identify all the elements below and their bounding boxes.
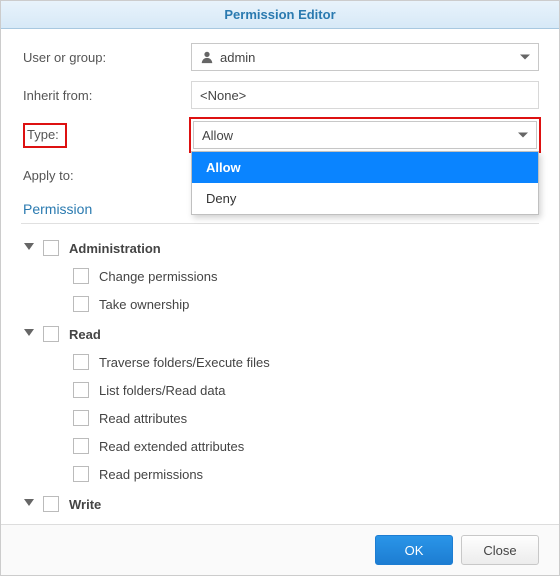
inherit-dropdown-value: <None> bbox=[200, 88, 246, 103]
chevron-down-icon bbox=[520, 55, 530, 60]
inherit-dropdown[interactable]: <None> bbox=[191, 81, 539, 109]
row-user: User or group: admin bbox=[21, 43, 539, 71]
permission-tree: Administration Change permissions Take o… bbox=[23, 234, 539, 524]
type-dropdown-panel: Allow Deny bbox=[191, 151, 539, 215]
field-inherit: <None> bbox=[191, 81, 539, 109]
type-option-allow[interactable]: Allow bbox=[192, 152, 538, 183]
tree-row-read: Read bbox=[23, 320, 539, 348]
user-dropdown[interactable]: admin bbox=[191, 43, 539, 71]
titlebar: Permission Editor bbox=[1, 1, 559, 29]
permission-editor-window: Permission Editor User or group: admin I… bbox=[0, 0, 560, 576]
type-option-deny[interactable]: Deny bbox=[192, 183, 538, 214]
tree-row-attrs: Read attributes bbox=[51, 404, 539, 432]
tree-group-read: Read Traverse folders/Execute files List… bbox=[23, 320, 539, 488]
checkbox-list[interactable] bbox=[73, 382, 89, 398]
window-title: Permission Editor bbox=[224, 7, 335, 22]
label-apply: Apply to: bbox=[21, 168, 191, 183]
tree-group-administration: Administration Change permissions Take o… bbox=[23, 234, 539, 318]
tree-row-write: Write bbox=[23, 490, 539, 518]
tree-label-extattrs: Read extended attributes bbox=[99, 439, 244, 454]
label-inherit: Inherit from: bbox=[21, 88, 191, 103]
content-area: User or group: admin Inherit from: <None… bbox=[1, 29, 559, 524]
children-write: Create files/Write data bbox=[51, 518, 539, 524]
collapse-icon[interactable] bbox=[23, 242, 35, 254]
field-type: Allow Allow Deny bbox=[191, 119, 539, 151]
type-dropdown-value: Allow bbox=[202, 128, 233, 143]
divider bbox=[21, 223, 539, 224]
tree-row-change-permissions: Change permissions bbox=[51, 262, 539, 290]
tree-label-write: Write bbox=[69, 497, 101, 512]
label-user: User or group: bbox=[21, 50, 191, 65]
tree-label-administration: Administration bbox=[69, 241, 161, 256]
tree-label-attrs: Read attributes bbox=[99, 411, 187, 426]
tree-label-traverse: Traverse folders/Execute files bbox=[99, 355, 270, 370]
field-user: admin bbox=[191, 43, 539, 71]
type-highlight-box: Allow Allow Deny bbox=[189, 117, 541, 153]
tree-row-administration: Administration bbox=[23, 234, 539, 262]
tree-label-take-ownership: Take ownership bbox=[99, 297, 189, 312]
tree-label-read: Read bbox=[69, 327, 101, 342]
children-administration: Change permissions Take ownership bbox=[51, 262, 539, 318]
tree-row-list: List folders/Read data bbox=[51, 376, 539, 404]
tree-label-change-permissions: Change permissions bbox=[99, 269, 218, 284]
checkbox-extattrs[interactable] bbox=[73, 438, 89, 454]
checkbox-write[interactable] bbox=[43, 496, 59, 512]
tree-row-create: Create files/Write data bbox=[51, 518, 539, 524]
checkbox-traverse[interactable] bbox=[73, 354, 89, 370]
checkbox-perms[interactable] bbox=[73, 466, 89, 482]
user-icon bbox=[200, 50, 214, 64]
label-type: Type: bbox=[23, 123, 67, 148]
tree-label-list: List folders/Read data bbox=[99, 383, 225, 398]
row-type: Type: Allow Allow Deny bbox=[21, 119, 539, 151]
tree-row-extattrs: Read extended attributes bbox=[51, 432, 539, 460]
label-type-wrap: Type: bbox=[21, 123, 191, 148]
checkbox-read[interactable] bbox=[43, 326, 59, 342]
footer: OK Close bbox=[1, 524, 559, 575]
close-button[interactable]: Close bbox=[461, 535, 539, 565]
user-dropdown-value: admin bbox=[220, 50, 255, 65]
ok-button[interactable]: OK bbox=[375, 535, 453, 565]
tree-row-traverse: Traverse folders/Execute files bbox=[51, 348, 539, 376]
tree-label-perms: Read permissions bbox=[99, 467, 203, 482]
collapse-icon[interactable] bbox=[23, 328, 35, 340]
tree-group-write: Write Create files/Write data bbox=[23, 490, 539, 524]
checkbox-administration[interactable] bbox=[43, 240, 59, 256]
checkbox-change-permissions[interactable] bbox=[73, 268, 89, 284]
row-inherit: Inherit from: <None> bbox=[21, 81, 539, 109]
tree-row-perms: Read permissions bbox=[51, 460, 539, 488]
chevron-down-icon bbox=[518, 133, 528, 138]
collapse-icon[interactable] bbox=[23, 498, 35, 510]
type-dropdown[interactable]: Allow bbox=[193, 121, 537, 149]
checkbox-attrs[interactable] bbox=[73, 410, 89, 426]
checkbox-take-ownership[interactable] bbox=[73, 296, 89, 312]
tree-row-take-ownership: Take ownership bbox=[51, 290, 539, 318]
children-read: Traverse folders/Execute files List fold… bbox=[51, 348, 539, 488]
